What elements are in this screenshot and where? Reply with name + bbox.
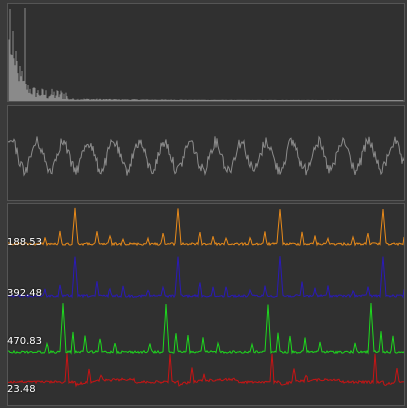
channel-orange-line <box>8 207 404 247</box>
channels-plot <box>8 207 404 388</box>
waveform-line <box>8 135 404 177</box>
channel-green-line <box>8 302 404 355</box>
channel-red-line <box>8 352 404 388</box>
spectrum-plot <box>8 8 404 101</box>
waveform-panel[interactable] <box>7 105 405 201</box>
channel-blue-line <box>8 256 404 299</box>
spectrum-panel[interactable] <box>7 3 405 102</box>
spectrum-bars <box>8 8 404 101</box>
plot-viewer: 188.53 392.48 470.83 23.48 <box>0 0 407 408</box>
waveform-plot <box>8 135 404 177</box>
channels-panel[interactable] <box>7 203 405 406</box>
